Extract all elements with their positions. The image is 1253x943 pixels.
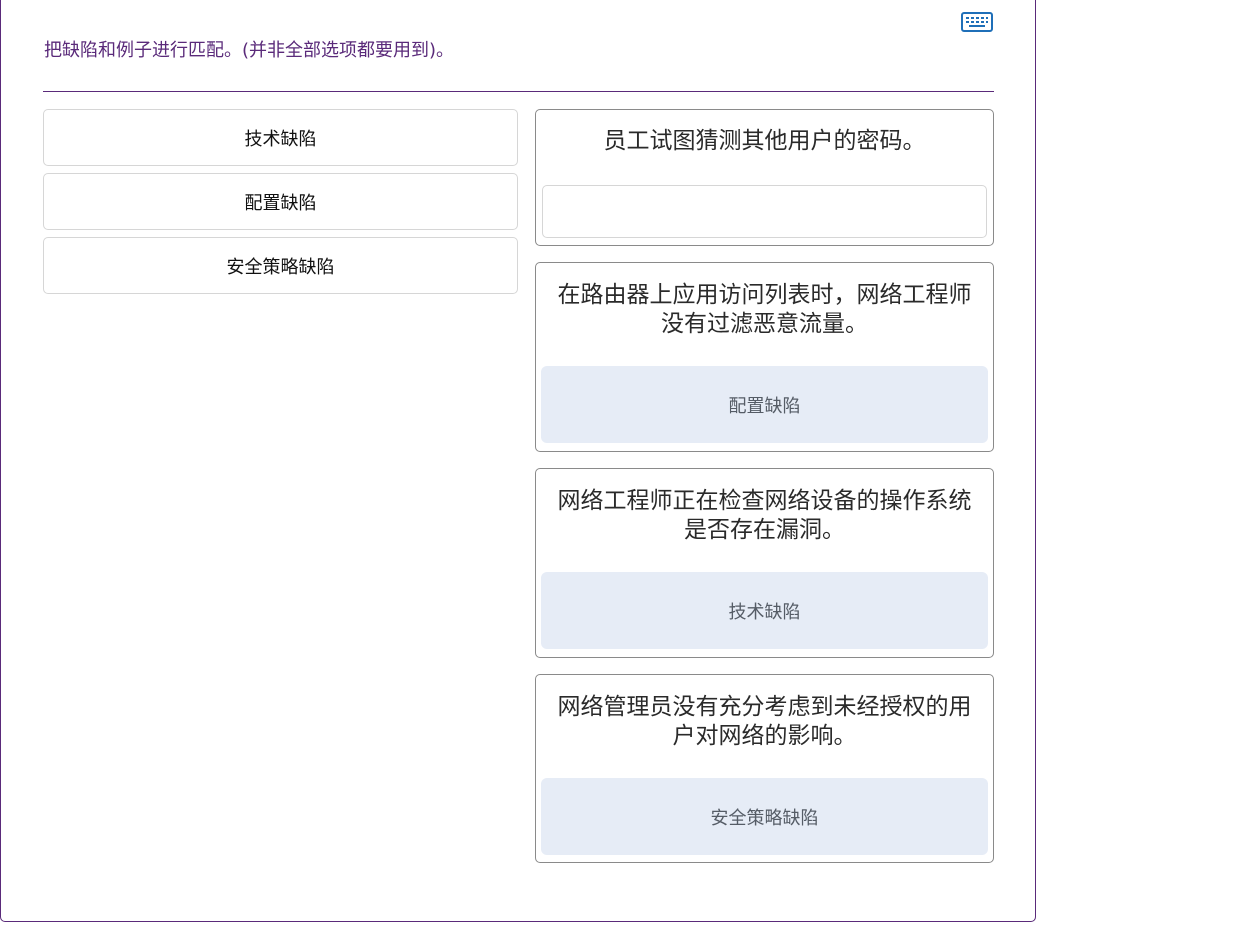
target-card-4: 网络管理员没有充分考虑到未经授权的用户对网络的影响。 安全策略缺陷	[535, 674, 994, 863]
target-prompt: 在路由器上应用访问列表时，网络工程师没有过滤恶意流量。	[557, 282, 972, 337]
instruction-text: 把缺陷和例子进行匹配。(并非全部选项都要用到)。	[44, 40, 455, 61]
target-prompt: 网络工程师正在检查网络设备的操作系统是否存在漏洞。	[557, 488, 972, 543]
drop-zone-filled[interactable]: 安全策略缺陷	[541, 778, 988, 855]
target-card-2: 在路由器上应用访问列表时，网络工程师没有过滤恶意流量。 配置缺陷	[535, 262, 994, 452]
drop-zone-empty[interactable]	[542, 185, 987, 238]
target-prompt: 网络管理员没有充分考虑到未经授权的用户对网络的影响。	[557, 694, 972, 749]
option-configuration-flaw[interactable]: 配置缺陷	[43, 173, 518, 230]
option-security-policy-flaw[interactable]: 安全策略缺陷	[43, 237, 518, 294]
keyboard-icon-graphic	[961, 12, 993, 32]
keyboard-icon[interactable]	[961, 12, 993, 32]
target-card-3: 网络工程师正在检查网络设备的操作系统是否存在漏洞。 技术缺陷	[535, 468, 994, 658]
drop-zone-filled[interactable]: 配置缺陷	[541, 366, 988, 443]
drop-zone-filled[interactable]: 技术缺陷	[541, 572, 988, 649]
target-card-1: 员工试图猜测其他用户的密码。	[535, 109, 994, 246]
option-technical-flaw[interactable]: 技术缺陷	[43, 109, 518, 166]
divider	[43, 91, 994, 92]
target-prompt: 员工试图猜测其他用户的密码。	[603, 128, 926, 154]
